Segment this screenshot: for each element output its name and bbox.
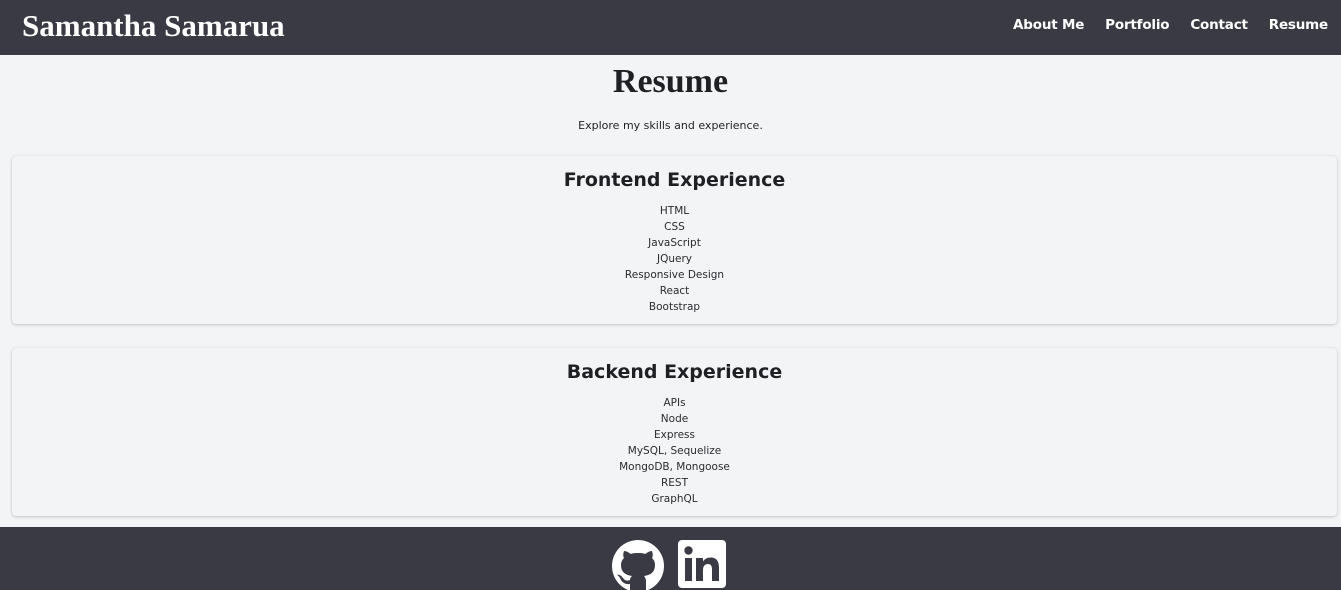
- skill-list: HTML CSS JavaScript JQuery Responsive De…: [12, 203, 1337, 315]
- skill-item: Bootstrap: [648, 301, 701, 313]
- skill-item: GraphQL: [651, 493, 698, 505]
- nav-link-about-me[interactable]: About Me: [1013, 17, 1084, 33]
- site-brand[interactable]: Samantha Samarua: [22, 8, 285, 44]
- skill-item: CSS: [664, 221, 685, 233]
- skill-list: APIs Node Express MySQL, Sequelize Mongo…: [12, 395, 1337, 507]
- linkedin-icon: [678, 540, 726, 588]
- github-icon: [612, 540, 664, 590]
- skill-item: MySQL, Sequelize: [627, 445, 722, 457]
- skill-item: APIs: [663, 397, 686, 409]
- nav-link-contact[interactable]: Contact: [1190, 17, 1248, 33]
- backend-experience-card: Backend Experience APIs Node Express MyS…: [12, 348, 1337, 516]
- frontend-experience-card: Frontend Experience HTML CSS JavaScript …: [12, 156, 1337, 324]
- main-nav: About Me Portfolio Contact Resume: [1013, 17, 1328, 33]
- skill-item: Express: [653, 429, 695, 441]
- skill-item: Node: [660, 413, 689, 425]
- page-subtitle: Explore my skills and experience.: [578, 119, 763, 132]
- linkedin-link[interactable]: [678, 540, 726, 588]
- skill-item: JavaScript: [648, 237, 701, 249]
- skill-item: REST: [660, 477, 688, 489]
- page-title: Resume: [612, 63, 729, 100]
- site-header: Samantha Samarua About Me Portfolio Cont…: [0, 0, 1341, 55]
- skill-item: HTML: [659, 205, 690, 217]
- skill-item: Responsive Design: [624, 269, 725, 281]
- nav-link-resume[interactable]: Resume: [1269, 17, 1328, 33]
- nav-link-portfolio[interactable]: Portfolio: [1105, 17, 1169, 33]
- github-link[interactable]: [612, 540, 664, 590]
- card-title: Backend Experience: [566, 361, 783, 383]
- skill-item: JQuery: [656, 253, 692, 265]
- site-footer: [0, 527, 1341, 590]
- skill-item: React: [659, 285, 690, 297]
- card-title: Frontend Experience: [563, 169, 786, 191]
- skill-item: MongoDB, Mongoose: [619, 461, 730, 473]
